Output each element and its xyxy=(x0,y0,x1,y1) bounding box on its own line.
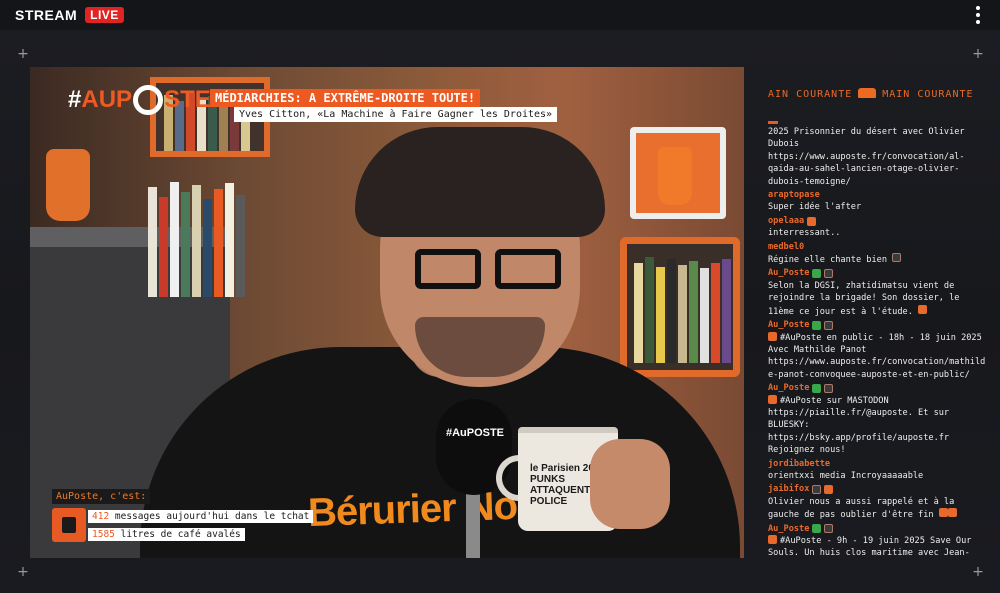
mic-stand xyxy=(466,487,480,558)
moderator-badge-icon xyxy=(824,269,834,279)
chat-message: Au_Poste Selon la DGSI, zhatidimatsu vie… xyxy=(768,267,986,318)
laugh-emoji-icon xyxy=(947,508,957,518)
books xyxy=(148,177,245,297)
siren-icon xyxy=(768,331,777,341)
moderator-badge-icon xyxy=(824,320,834,330)
kettle xyxy=(658,147,692,205)
coffee-icon xyxy=(52,508,86,542)
corner-plus-icon: + xyxy=(17,46,29,62)
chat-username: jaibifox xyxy=(768,483,986,495)
corner-plus-icon: + xyxy=(972,46,984,62)
check-badge-icon xyxy=(812,269,822,279)
skull-emoji-icon xyxy=(892,253,902,263)
police-car-icon xyxy=(858,88,877,98)
check-badge-icon xyxy=(812,320,822,330)
chat-message: opelaaa interressant.. xyxy=(768,215,986,240)
moderator-badge-icon xyxy=(824,524,834,534)
mastodon-icon xyxy=(768,394,777,404)
chat-username: Au_Poste xyxy=(768,319,986,331)
hand xyxy=(590,439,670,529)
episode-title: MÉDIARCHIES: A EXTRÊME-DROITE TOUTE! xyxy=(210,89,481,107)
siren-icon xyxy=(768,535,777,544)
moderator-badge-icon xyxy=(812,485,822,495)
corner-plus-icon: + xyxy=(17,564,29,580)
glasses xyxy=(415,249,565,299)
check-badge-icon xyxy=(812,383,822,393)
chat-username: jordibabette xyxy=(768,458,831,469)
chat-username: opelaaa xyxy=(768,215,986,227)
logo-circle xyxy=(133,85,164,115)
corner-plus-icon: + xyxy=(972,564,984,580)
chat-username: Au_Poste xyxy=(768,267,986,279)
chat-panel[interactable]: 2025 Prisonnier du désert avec Olivier D… xyxy=(768,126,986,558)
stat-messages: 412 messages aujourd'hui dans le tchat xyxy=(88,510,314,523)
sub-badge-icon xyxy=(824,485,834,495)
chat-message: jaibifox Olivier nous a aussi rappelé et… xyxy=(768,483,986,521)
auposte-logo: # A U P STE xyxy=(68,85,211,115)
chat-message: Au_Poste #AuPoste en public - 18h - 18 j… xyxy=(768,319,986,380)
chat-message: araptopase Super idée l'after xyxy=(768,189,986,214)
books xyxy=(634,253,731,363)
chat-message: medbel0 Régine elle chante bien xyxy=(768,241,986,267)
chat-message: jordibabette orientxxi media Incroyaaaaa… xyxy=(768,458,986,483)
laugh-emoji-icon xyxy=(938,508,948,518)
top-bar: STREAM LIVE xyxy=(0,0,1000,30)
chat-username: Au_Poste xyxy=(768,523,986,535)
live-badge: LIVE xyxy=(85,7,124,23)
mic-logo: #AuPOSTE xyxy=(445,427,505,439)
badge-icon xyxy=(918,304,928,314)
chat-scroll-indicator xyxy=(768,121,778,124)
stats-title: AuPoste, c'est: xyxy=(52,489,151,504)
video-player[interactable]: Bérurier Noir #AuPOSTE le Parisien 200 P… xyxy=(30,67,744,558)
chat-username: araptopase xyxy=(768,190,820,201)
moderator-badge-icon xyxy=(824,383,834,393)
main-courante-ticker: AIN COURANTE MAIN COURANTE xyxy=(768,88,974,100)
kettle xyxy=(46,149,90,221)
more-options-icon[interactable] xyxy=(974,6,982,24)
stream-title: STREAM xyxy=(15,7,78,23)
person-hair xyxy=(355,127,605,237)
episode-subtitle: Yves Citton, «La Machine à Faire Gagner … xyxy=(234,107,558,122)
chat-username: medbel0 xyxy=(768,241,805,252)
check-badge-icon xyxy=(812,524,822,534)
heart-icon xyxy=(807,216,817,226)
chat-message: 2025 Prisonnier du désert avec Olivier D… xyxy=(768,127,965,187)
chat-username: Au_Poste xyxy=(768,382,986,394)
chat-message: Au_Poste #AuPoste - 9h - 19 juin 2025 Sa… xyxy=(768,523,986,558)
stat-coffee: 1585 litres de café avalés xyxy=(88,528,245,541)
chat-message: Au_Poste #AuPoste sur MASTODON https://p… xyxy=(768,382,986,456)
